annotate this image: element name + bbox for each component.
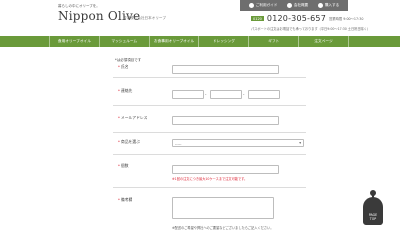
phone-input-3[interactable] [248, 90, 280, 99]
phone-separator-1: - [205, 92, 207, 97]
name-label: *氏名 [118, 64, 129, 69]
notes-label: *備考欄 [118, 197, 133, 202]
nav-item-mushroom[interactable]: マッシュルーム [100, 36, 150, 47]
cart-link[interactable]: 購入する [317, 3, 340, 8]
chevron-down-icon: ▾ [299, 141, 301, 145]
site-subtitle: 香港株式会社日本オリーブ [123, 16, 166, 20]
phone-number[interactable]: 0120-305-657 [267, 14, 326, 23]
nav-item-gift[interactable]: ギフト [249, 36, 300, 47]
page-top-label-line2: TOP [369, 217, 377, 221]
quantity-label: *個数 [118, 163, 129, 168]
main-nav: 食用オリーブオイル マッシュルーム お食事用オリーブオイル ドレッシング ギフト… [0, 36, 400, 47]
form-row-name: *氏名 [113, 62, 306, 78]
product-select[interactable]: ----- ▾ [172, 139, 304, 147]
form-row-notes: *備考欄 ※配送のご希望や弊社へのご要望などございましたらご記入ください。 [113, 193, 306, 238]
cart-link-label: 購入する [324, 3, 340, 7]
contact-block: 0120 0120-305-657 営業時間 9:00〜17:30 [251, 14, 363, 23]
contact-note: パスポートの注文はお電話でも承っております（平日9:00〜17:30 土日祝日除… [251, 27, 371, 31]
form-row-quantity: *個数 ※1回の注文につき最大10ケースまで注文可能です。 [113, 161, 306, 188]
free-dial-badge: 0120 [251, 16, 264, 21]
nav-item-meal-olive-oil[interactable]: お食事用オリーブオイル [150, 36, 200, 47]
company-link[interactable]: 会社概要 [286, 3, 309, 8]
quantity-input[interactable] [172, 165, 279, 174]
site-header: 暮らしの中にオリーブを。 Nippon Olive 香港株式会社日本オリーブ ご… [0, 0, 400, 36]
email-input[interactable] [172, 116, 279, 125]
name-input[interactable] [172, 65, 279, 74]
quantity-hint: ※1回の注文につき最大10ケースまで注文可能です。 [172, 177, 248, 181]
phone-separator-2: - [243, 92, 245, 97]
nav-item-dressing[interactable]: ドレッシング [199, 36, 250, 47]
notes-hint: ※配送のご希望や弊社へのご要望などございましたらご記入ください。 [172, 226, 274, 230]
phone-input-2[interactable] [210, 90, 242, 99]
phone-label: *連絡先 [118, 88, 133, 93]
cart-icon [317, 3, 323, 8]
nav-item-order[interactable]: 注文ページ [299, 36, 349, 47]
form-row-phone: *連絡先 - - [113, 86, 306, 106]
company-link-label: 会社概要 [293, 3, 309, 7]
page-top-button[interactable]: PAGE TOP [363, 187, 383, 225]
form-row-email: *メールアドレス [113, 113, 306, 133]
guide-icon [248, 3, 254, 8]
nav-item-olive-oil[interactable]: 食用オリーブオイル [49, 36, 100, 47]
page-top-label: PAGE TOP [363, 213, 383, 221]
guide-link-label: ご利用ガイド [255, 3, 278, 7]
guide-link[interactable]: ご利用ガイド [248, 3, 278, 8]
product-label: *商品を選ぶ [118, 139, 140, 144]
company-icon [286, 3, 292, 8]
product-select-value: ----- [175, 141, 182, 146]
business-hours: 営業時間 9:00〜17:30 [329, 17, 364, 21]
form-row-product: *商品を選ぶ ----- ▾ [113, 137, 306, 155]
notes-textarea[interactable] [172, 197, 274, 219]
phone-input-1[interactable] [172, 90, 204, 99]
email-label: *メールアドレス [118, 115, 148, 120]
top-links-bar: ご利用ガイド 会社概要 購入する [240, 0, 348, 11]
